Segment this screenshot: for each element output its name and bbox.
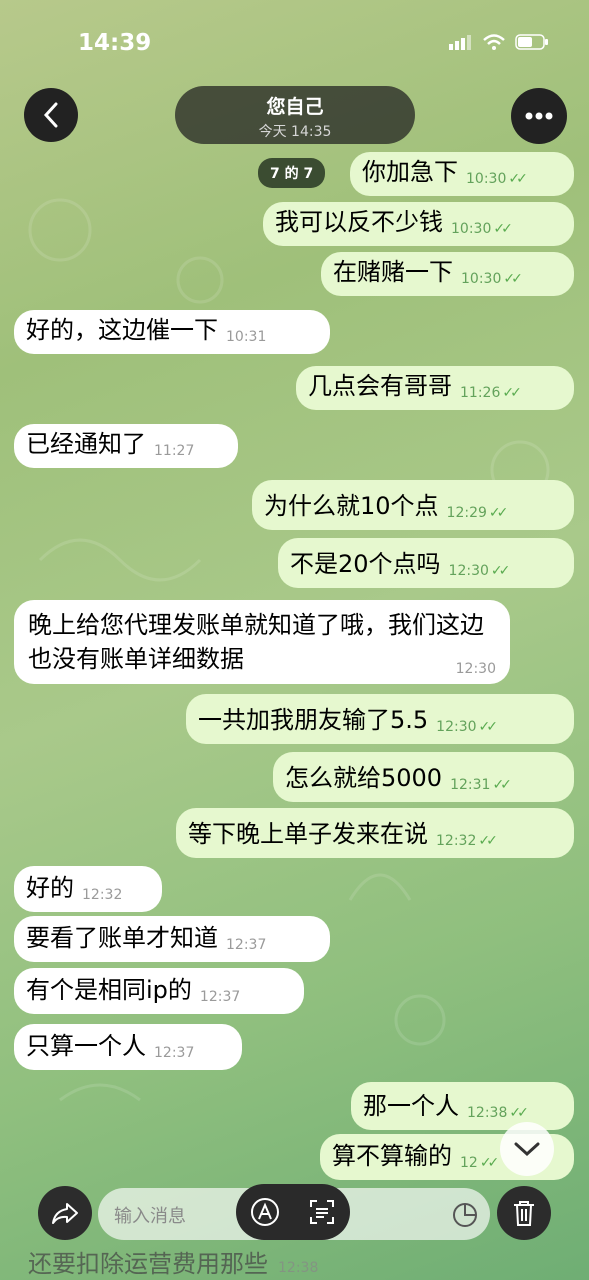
read-check-icon: ✓✓ [508,171,528,187]
faded-message-time: 12:38 [278,1260,319,1276]
message-text: 已经通知了 [26,430,146,458]
message-bubble[interactable]: 怎么就给5000 12:31 ✓✓ [273,752,574,802]
message-text: 在赌赌一下 [333,258,453,286]
message-time: 10:30 ✓✓ [451,218,513,240]
read-check-icon: ✓✓ [493,221,513,237]
message-bubble[interactable]: 几点会有哥哥 11:26 ✓✓ [296,366,574,410]
battery-icon [515,34,548,50]
text-format-icon[interactable] [250,1197,280,1227]
back-button[interactable] [24,88,78,142]
message-bubble[interactable]: 只算一个人 12:37 [14,1024,242,1070]
message-bubble[interactable]: 为什么就10个点 12:29 ✓✓ [252,480,574,530]
scroll-down-button[interactable] [500,1122,554,1176]
message-text: 好的，这边催一下 [26,316,218,344]
wifi-icon [483,34,505,50]
message-time: 12:30 ✓✓ [436,716,499,738]
message-text: 为什么就10个点 [264,492,439,520]
trash-icon [514,1201,534,1226]
message-text: 几点会有哥哥 [308,372,452,400]
chat-last-seen: 今天 14:35 [258,124,332,140]
sticker-icon[interactable] [452,1202,478,1228]
message-text: 等下晚上单子发来在说 [188,820,428,848]
message-bubble[interactable]: 等下晚上单子发来在说 12:32 ✓✓ [176,808,574,858]
faded-message-text: 还要扣除运营费用那些 [28,1250,268,1278]
message-time: 11:26 ✓✓ [460,382,522,404]
message-text: 算不算输的 [332,1142,452,1170]
message-bubble[interactable]: 一共加我朋友输了5.5 12:30 ✓✓ [186,694,574,744]
message-time: 12:38 ✓✓ [467,1102,529,1124]
share-arrow-icon [52,1203,78,1224]
read-check-icon: ✓✓ [502,385,522,401]
message-input-placeholder: 输入消息 [114,1206,186,1227]
message-bubble[interactable]: 有个是相同ip的 12:37 [14,968,304,1014]
message-time: 12:29 ✓✓ [447,502,509,524]
forward-button[interactable] [38,1186,92,1240]
message-time: 12:32 ✓✓ [436,830,498,852]
read-check-icon: ✓✓ [503,271,523,287]
message-time: 12:37 [199,989,241,1005]
message-bubble[interactable]: 好的 12:32 [14,866,162,912]
message-bubble[interactable]: 我可以反不少钱 10:30 ✓✓ [263,202,574,246]
chat-title[interactable]: 您自己 今天 14:35 [175,86,415,144]
search-result-counter: 7 的 7 [258,158,326,188]
message-time: 12:37 [154,1045,195,1061]
scan-text-icon[interactable] [308,1198,336,1226]
chevron-left-icon [43,102,58,128]
message-time: 12:37 [226,937,267,953]
format-tools [236,1184,350,1240]
message-text: 好的 [26,874,74,902]
read-check-icon: ✓✓ [478,833,498,849]
faded-message-preview: 还要扣除运营费用那些 12:38 [28,1244,318,1279]
message-text: 怎么就给5000 [285,764,443,792]
message-time: 10:30 ✓✓ [466,168,528,190]
delete-button[interactable] [497,1186,551,1240]
message-bubble[interactable]: 在赌赌一下 10:30 ✓✓ [321,252,574,296]
status-icons [449,34,549,50]
message-text: 有个是相同ip的 [26,976,192,1004]
message-bubble[interactable]: 已经通知了 11:27 [14,424,238,468]
message-text: 那一个人 [363,1092,459,1120]
read-check-icon: ✓✓ [488,505,509,521]
read-check-icon: ✓✓ [492,777,512,793]
message-text: 我可以反不少钱 [275,208,443,236]
more-dots-icon [525,112,553,120]
message-text: 要看了账单才知道 [26,924,218,952]
message-bubble[interactable]: 不是20个点吗 12:30 ✓✓ [278,538,574,588]
read-check-icon: ✓✓ [509,1105,529,1121]
message-bubble[interactable]: 那一个人 12:38 ✓✓ [351,1082,574,1130]
message-text: 你加急下 [362,158,458,186]
chevron-down-icon [514,1142,540,1157]
message-bubble[interactable]: 要看了账单才知道 12:37 [14,916,330,962]
message-text: 一共加我朋友输了5.5 [198,706,429,734]
message-text: 只算一个人 [26,1032,146,1060]
chat-name: 您自己 [266,96,324,118]
message-time: 12:31 ✓✓ [450,774,512,796]
message-time: 12:32 [82,887,123,903]
message-time: 11:27 [154,443,195,459]
message-bubble[interactable]: 晚上给您代理发账单就知道了哦，我们这边也没有账单详细数据 12:30 [14,600,510,684]
message-text: 不是20个点吗 [290,550,441,578]
message-time: 12 ✓✓ [460,1152,500,1174]
message-time: 10:31 [226,329,267,345]
more-button[interactable] [511,88,567,144]
message-time: 10:30 ✓✓ [461,268,523,290]
status-time: 14:39 [78,30,152,56]
status-bar: 14:39 [0,0,589,80]
read-check-icon: ✓✓ [490,563,511,579]
read-check-icon: ✓✓ [478,719,499,735]
signal-icon [449,35,471,50]
message-bubble[interactable]: 你加急下 10:30 ✓✓ [350,152,574,196]
message-time: 12:30 ✓✓ [449,560,511,582]
message-bubble[interactable]: 好的，这边催一下 10:31 [14,310,330,354]
read-check-icon: ✓✓ [479,1155,500,1171]
